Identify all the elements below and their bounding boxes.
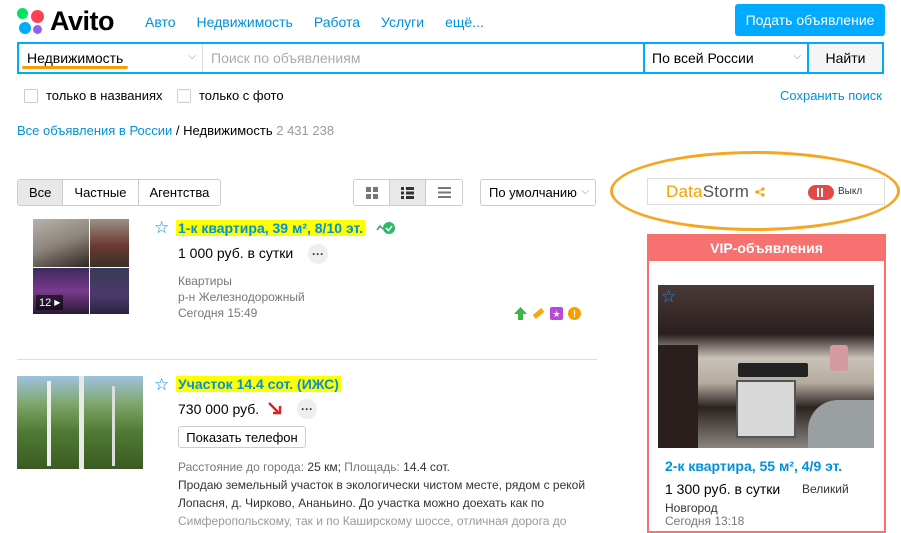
listing-2-photo[interactable]	[17, 376, 143, 469]
sort-select[interactable]: По умолчанию ⌵	[480, 179, 596, 206]
find-button[interactable]: Найти	[807, 44, 882, 72]
chevron-down-icon: ⌵	[793, 51, 801, 62]
listing-params: Расстояние до города: 25 км; Площадь: 14…	[178, 460, 450, 474]
region-select[interactable]: По всей России ⌵	[643, 44, 807, 72]
more-options-button[interactable]: ···	[297, 399, 317, 419]
seller-type-tabs: Все Частные Агентства	[17, 179, 222, 206]
category-value: Недвижимость	[27, 50, 124, 66]
search-bar: Недвижимость ⌵ Поиск по объявлениям По в…	[17, 42, 884, 74]
checkbox-box[interactable]	[24, 88, 38, 103]
chevron-down-icon: ⌵	[581, 186, 589, 197]
breadcrumb-sep: /	[172, 123, 184, 138]
vip-photo[interactable]	[658, 285, 874, 448]
post-ad-button[interactable]: Подать объявление	[735, 4, 885, 36]
nav-auto[interactable]: Авто	[145, 14, 176, 30]
more-options-button[interactable]: ···	[308, 244, 328, 264]
vip-location-2: Новгород	[665, 501, 718, 515]
listing-date: Сегодня 15:49	[178, 306, 258, 320]
highlight-icon	[532, 308, 545, 319]
svg-text:!: !	[573, 309, 576, 319]
breadcrumb-root[interactable]: Все объявления в России	[17, 123, 172, 138]
favorite-star-icon[interactable]: ☆	[661, 287, 676, 307]
listing-1-title[interactable]: 1-к квартира, 39 м², 8/10 эт.	[176, 220, 365, 236]
logo-dots-icon	[17, 8, 45, 35]
main-nav: Авто Недвижимость Работа Услуги ещё...	[145, 14, 484, 30]
listing-divider	[17, 359, 597, 360]
tab-agencies[interactable]: Агентства	[139, 180, 221, 205]
search-input[interactable]: Поиск по объявлениям	[203, 44, 643, 72]
listing-category: Квартиры	[178, 274, 232, 288]
only-photo-checkbox[interactable]: только с фото	[177, 88, 284, 103]
annotation-underline	[22, 66, 128, 69]
tab-private[interactable]: Частные	[63, 180, 139, 205]
avito-logo[interactable]: Avito	[17, 6, 115, 37]
sort-value: По умолчанию	[489, 185, 577, 200]
nav-jobs[interactable]: Работа	[314, 14, 360, 30]
tab-all[interactable]: Все	[18, 180, 64, 205]
vip-title[interactable]: 2-к квартира, 55 м², 4/9 эт.	[665, 458, 842, 474]
nav-services[interactable]: Услуги	[381, 14, 424, 30]
listing-2-title[interactable]: Участок 14.4 сот. (ИЖС)	[176, 376, 341, 392]
region-value: По всей России	[652, 50, 754, 66]
svg-text:★: ★	[552, 309, 560, 319]
category-select[interactable]: Недвижимость ⌵	[19, 44, 203, 72]
vip-header: VIP-объявления	[647, 234, 886, 261]
list-view-icon[interactable]	[390, 180, 426, 205]
photo-count-badge: 12 ▶	[36, 295, 64, 310]
breadcrumb: Все объявления в России / Недвижимость 2…	[17, 123, 334, 138]
grid-view-icon[interactable]	[354, 180, 390, 205]
nav-realty[interactable]: Недвижимость	[197, 14, 293, 30]
desc-line: Симферопольскому, так и по Каширскому шо…	[178, 514, 567, 528]
listing-2-price: 730 000 руб.	[178, 401, 260, 417]
vip-badge-icon: !	[568, 307, 581, 320]
vip-location: Великий	[802, 482, 849, 496]
show-phone-button[interactable]: Показать телефон	[178, 426, 306, 448]
results-count: 2 431 238	[276, 123, 335, 138]
compact-view-icon[interactable]	[426, 180, 462, 205]
desc-line: Лопасня, д. Чирково, Ананьино. До участк…	[178, 496, 545, 510]
only-titles-checkbox[interactable]: только в названиях	[24, 88, 163, 103]
favorite-star-icon[interactable]: ☆	[154, 218, 169, 238]
listing-district: р-н Железнодорожный	[178, 290, 305, 304]
raise-up-icon	[514, 307, 527, 320]
listing-2-description: Расстояние до города: 25 км; Площадь: 14…	[178, 458, 598, 530]
listing-1-photo[interactable]: 12 ▶	[33, 219, 129, 314]
vip-price: 1 300 руб. в сутки	[665, 481, 781, 497]
promo-icons: ★ !	[514, 307, 581, 320]
verified-icon	[376, 221, 396, 238]
view-switcher	[353, 179, 463, 206]
video-icon: ▶	[54, 298, 61, 307]
listing-1-price: 1 000 руб. в сутки	[178, 245, 294, 261]
checkbox-label: только в названиях	[46, 88, 163, 103]
logo-text: Avito	[50, 6, 115, 36]
premium-icon: ★	[550, 307, 563, 320]
price-drop-arrow-icon	[268, 401, 282, 418]
chevron-down-icon: ⌵	[188, 51, 196, 62]
favorite-star-icon[interactable]: ☆	[154, 375, 169, 395]
nav-more[interactable]: ещё...	[445, 14, 484, 30]
vip-date: Сегодня 13:18	[665, 514, 745, 528]
annotation-oval	[610, 151, 900, 231]
listing-1-meta: Квартиры р-н Железнодорожный Сегодня 15:…	[178, 273, 305, 321]
breadcrumb-current: Недвижимость	[183, 123, 273, 138]
checkbox-box[interactable]	[177, 88, 191, 103]
desc-line: Продаю земельный участок в экологически …	[178, 478, 586, 492]
save-search-link[interactable]: Сохранить поиск	[780, 88, 882, 103]
checkbox-label: только с фото	[199, 88, 284, 103]
